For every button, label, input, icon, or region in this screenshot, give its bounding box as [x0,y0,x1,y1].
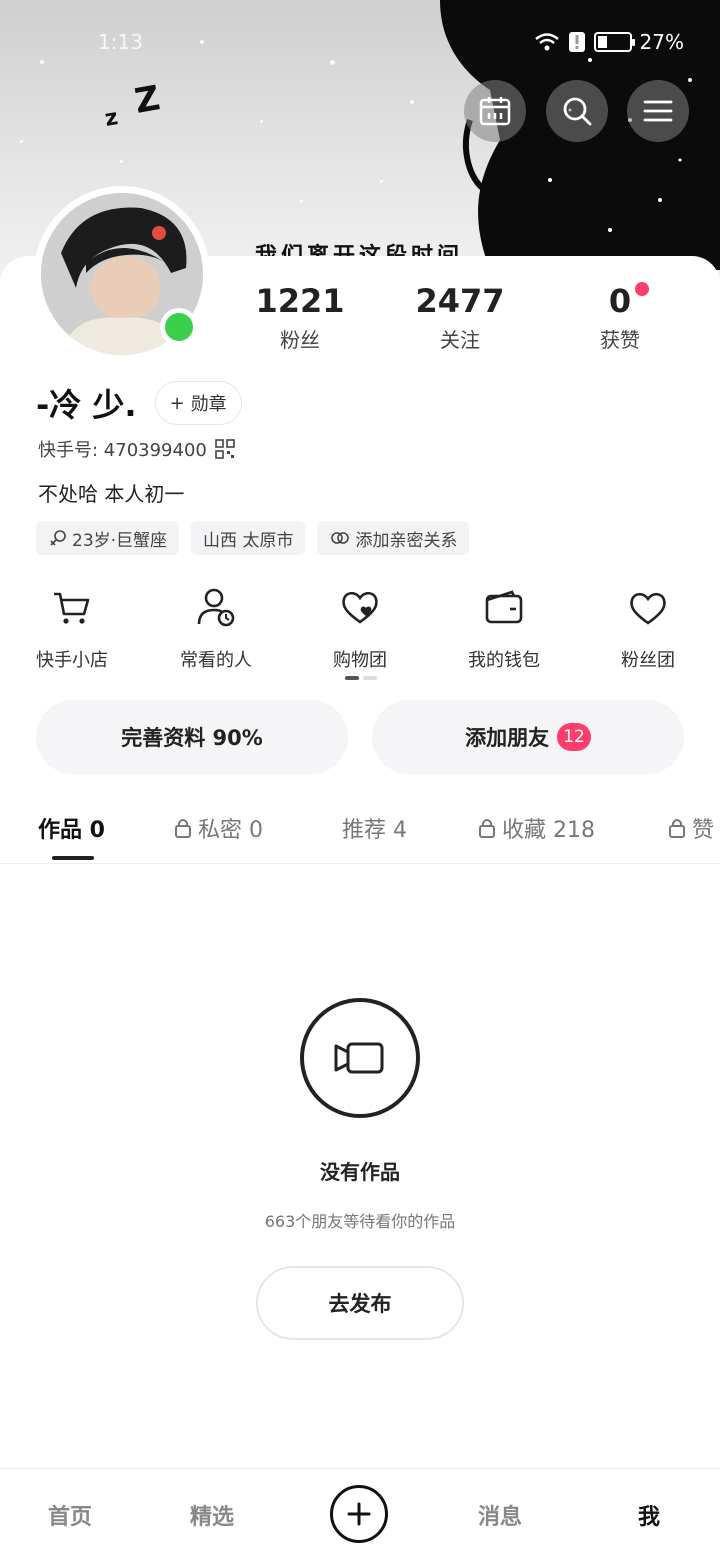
publish-button[interactable]: 去发布 [256,1266,464,1340]
kuaishou-id[interactable]: 快手号: 470399400 [38,436,235,462]
person-clock-icon [197,588,235,627]
battery-icon [593,32,635,52]
alert-icon [568,32,585,52]
profile-stats: 1221 粉丝 2477 关注 0 获赞 [220,282,700,353]
tab-recommend[interactable]: 推荐 4 [342,812,407,844]
location-tag[interactable]: 山西 太原市 [191,521,306,555]
shortcut-row: 快手小店 常看的人 购物团 我的钱包 粉丝团 [0,586,720,672]
active-tab-indicator [52,856,94,860]
notification-dot [635,282,649,296]
shortcut-wallet[interactable]: 我的钱包 [432,586,576,672]
relationship-icon [331,532,350,544]
friend-count-badge: 12 [557,723,591,751]
empty-state-title: 没有作品 [320,1160,400,1184]
search-icon [563,97,592,126]
tab-likes[interactable]: 赞 [668,812,714,844]
likes-count: 0 [608,282,632,320]
battery-percent: 27% [639,30,684,54]
complete-profile-button[interactable]: 完善资料 90% [36,700,348,774]
search-button[interactable] [546,80,608,142]
followers-count: 1221 [255,282,345,320]
following-count: 2477 [415,282,505,320]
plus-icon [347,1502,371,1526]
shortcut-shop[interactable]: 快手小店 [0,586,144,672]
wallet-icon [485,590,523,624]
shortcut-frequent-people[interactable]: 常看的人 [144,586,288,672]
status-bar: 1:13 27% [0,28,720,58]
shortcut-shopping-group[interactable]: 购物团 [288,586,432,672]
nav-messages[interactable]: 消息 [478,1499,522,1531]
heart-icon [630,592,666,625]
nav-featured[interactable]: 精选 [190,1499,234,1531]
profile-name: -冷 少. [36,386,137,424]
profile-bio: 不处哈 本人初一 [38,482,185,506]
empty-state-icon-circle [300,998,420,1118]
likes-stat[interactable]: 0 获赞 [540,282,700,353]
calendar-button[interactable] [464,80,526,142]
status-time: 1:13 [98,30,143,54]
followers-stat[interactable]: 1221 粉丝 [220,282,380,353]
menu-icon [643,100,673,122]
shortcut-page-indicator [345,676,377,680]
bottom-nav: 首页 精选 消息 我 [0,1468,720,1560]
cart-icon [54,592,90,624]
tab-private[interactable]: 私密 0 [174,812,263,844]
lock-icon [669,819,685,838]
gender-icon [50,530,66,546]
kuaishou-id-text: 快手号: 470399400 [38,440,207,461]
add-relationship-tag[interactable]: 添加亲密关系 [317,521,470,555]
age-zodiac-tag[interactable]: 23岁·巨蟹座 [36,521,180,555]
tab-works[interactable]: 作品 0 [38,812,105,844]
following-label: 关注 [440,328,480,352]
nav-home[interactable]: 首页 [48,1499,92,1531]
empty-state-subtitle: 663个朋友等待看你的作品 [264,1212,456,1231]
wifi-icon [534,33,559,51]
nav-me[interactable]: 我 [638,1499,660,1531]
likes-label: 获赞 [600,328,640,352]
online-status-dot [160,308,198,346]
lock-icon [479,819,495,838]
following-stat[interactable]: 2477 关注 [380,282,540,353]
heart-group-icon [342,591,378,624]
video-camera-icon [334,1042,384,1074]
calendar-icon [479,97,511,126]
plus-icon: + [169,392,185,414]
tab-favorites[interactable]: 收藏 218 [478,812,595,844]
add-badge-button[interactable]: + 勋章 [154,381,242,425]
create-button[interactable] [330,1485,388,1543]
followers-label: 粉丝 [280,328,320,352]
qr-code-icon [215,439,235,459]
lock-icon [175,819,191,838]
profile-tags: 23岁·巨蟹座 山西 太原市 添加亲密关系 [36,521,470,555]
add-friend-button[interactable]: 添加朋友 12 [372,700,684,774]
shortcut-fan-club[interactable]: 粉丝团 [576,586,720,672]
badge-label: 勋章 [190,394,227,415]
content-tabs: 作品 0 私密 0 推荐 4 收藏 218 赞 [0,806,720,864]
menu-button[interactable] [627,80,689,142]
